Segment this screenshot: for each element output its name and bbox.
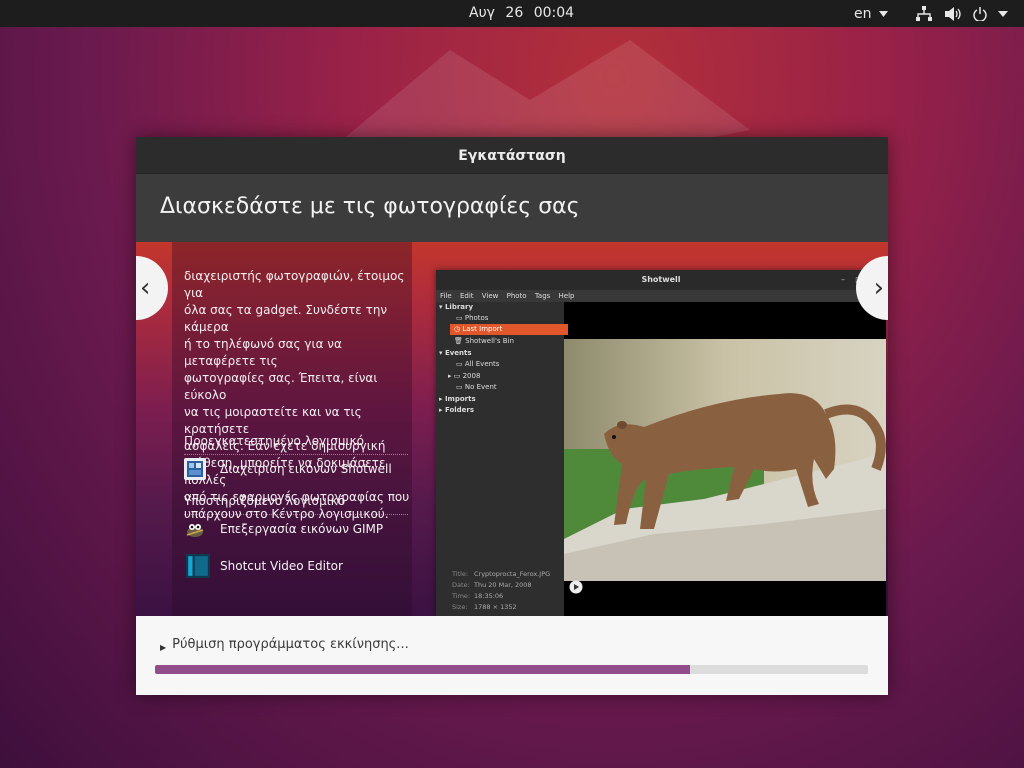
description-line: ή το τηλέφωνό σας για να μεταφέρετε τις [184, 337, 342, 368]
sidebar-library: ▾ Library [439, 303, 474, 311]
slide-description: διαχειριστής φωτογραφιών, έτοιμος για όλ… [184, 268, 414, 523]
shotwell-sidebar: ▾ Library ▭ Photos ◷ Last Import 🗑 Shotw… [436, 302, 568, 616]
app-name: Επεξεργασία εικόνων GIMP [220, 522, 384, 536]
menu-item: Photo [506, 292, 527, 300]
sidebar-all-events: ▭ All Events [456, 360, 500, 368]
sidebar-last-import: ◷ Last Import [450, 324, 568, 335]
sidebar-year: ▸ ▭ 2008 [448, 372, 481, 380]
gimp-icon [186, 524, 204, 537]
app-gimp: Επεξεργασία εικόνων GIMP [184, 518, 383, 540]
sidebar-no-event: ▭ No Event [456, 383, 497, 391]
minimize-icon: – [841, 275, 845, 284]
preinstalled-label: Προεγκατεστημένο λογισμικό [184, 434, 408, 455]
language-indicator[interactable]: en [854, 6, 888, 22]
play-icon [569, 580, 583, 594]
meta-size: Size: 1788 × 1352 [452, 603, 517, 611]
description-line: φωτογραφίες σας. Έπειτα, είναι εύκολο [184, 371, 378, 402]
shotwell-menubar: File Edit View Photo Tags Help [436, 290, 886, 302]
sidebar-folders: ▸ Folders [439, 406, 475, 414]
shotwell-icon [184, 458, 206, 480]
meta-title: Title: Cryptoprocta_Ferox.JPG [452, 570, 551, 578]
top-panel: Αυγ 26 00:04 en [0, 0, 1024, 27]
shotwell-title: Shotwell [436, 270, 886, 290]
slide-header: Διασκεδάστε με τις φωτογραφίες σας [136, 174, 888, 242]
fossa-photo [564, 339, 886, 581]
progress-bar [155, 665, 868, 674]
meta-date: Date: Thu 20 Mar, 2008 [452, 581, 532, 589]
status-text[interactable]: ▶ Ρύθμιση προγράμματος εκκίνησης... [160, 637, 409, 652]
volume-icon[interactable] [945, 5, 962, 22]
supported-label: Υποστηριζόμενο λογισμικό [184, 494, 408, 515]
slideshow: διαχειριστής φωτογραφιών, έτοιμος για όλ… [136, 242, 888, 616]
sidebar-events: ▾ Events [439, 349, 472, 357]
install-footer: ▶ Ρύθμιση προγράμματος εκκίνησης... [136, 616, 888, 695]
clock-time: 00:04 [533, 5, 575, 21]
description-line: διαχειριστής φωτογραφιών, έτοιμος για [184, 269, 405, 300]
installer-window: Εγκατάσταση Διασκεδάστε με τις φωτογραφί… [136, 137, 888, 695]
chevron-down-icon [878, 11, 888, 17]
sidebar-imports: ▸ Imports [439, 395, 476, 403]
sidebar-bin: 🗑 Shotwell's Bin [454, 337, 514, 345]
chevron-right-icon: › [873, 273, 884, 303]
system-menu-chevron-icon[interactable] [998, 5, 1008, 22]
menu-item: Help [558, 292, 575, 300]
sidebar-photos: ▭ Photos [456, 314, 489, 322]
progress-fill [155, 665, 690, 674]
menu-item: Tags [534, 292, 551, 300]
description-line: όλα σας τα gadget. Συνδέστε την κάμερα [184, 303, 388, 334]
clock[interactable]: Αυγ 26 00:04 [469, 5, 574, 21]
app-name: Shotcut Video Editor [220, 559, 343, 573]
chevron-left-icon: ‹ [140, 273, 151, 303]
clock-date: Αυγ 26 [469, 5, 524, 21]
shotwell-screenshot: Shotwell – □ × File Edit View Photo Tags… [436, 270, 886, 616]
expander-icon: ▶ [160, 643, 167, 652]
menu-item: File [440, 292, 452, 300]
slide-heading: Διασκεδάστε με τις φωτογραφίες σας [160, 194, 580, 219]
status-label: Ρύθμιση προγράμματος εκκίνησης... [172, 637, 409, 652]
window-title: Εγκατάσταση [136, 137, 888, 174]
power-icon[interactable] [973, 5, 987, 22]
app-name: Διαχείριση εικόνων Shotwell [220, 462, 392, 476]
meta-time: Time: 18:35:06 [452, 592, 504, 600]
app-shotcut: Shotcut Video Editor [184, 554, 343, 578]
menu-item: View [481, 292, 499, 300]
shotcut-icon [186, 554, 210, 578]
menu-item: Edit [459, 292, 474, 300]
app-shotwell: Διαχείριση εικόνων Shotwell [184, 458, 392, 480]
description-line: να τις μοιραστείτε και να τις κρατήσετε [184, 405, 362, 436]
network-icon[interactable] [916, 5, 932, 22]
language-label: en [854, 6, 872, 22]
